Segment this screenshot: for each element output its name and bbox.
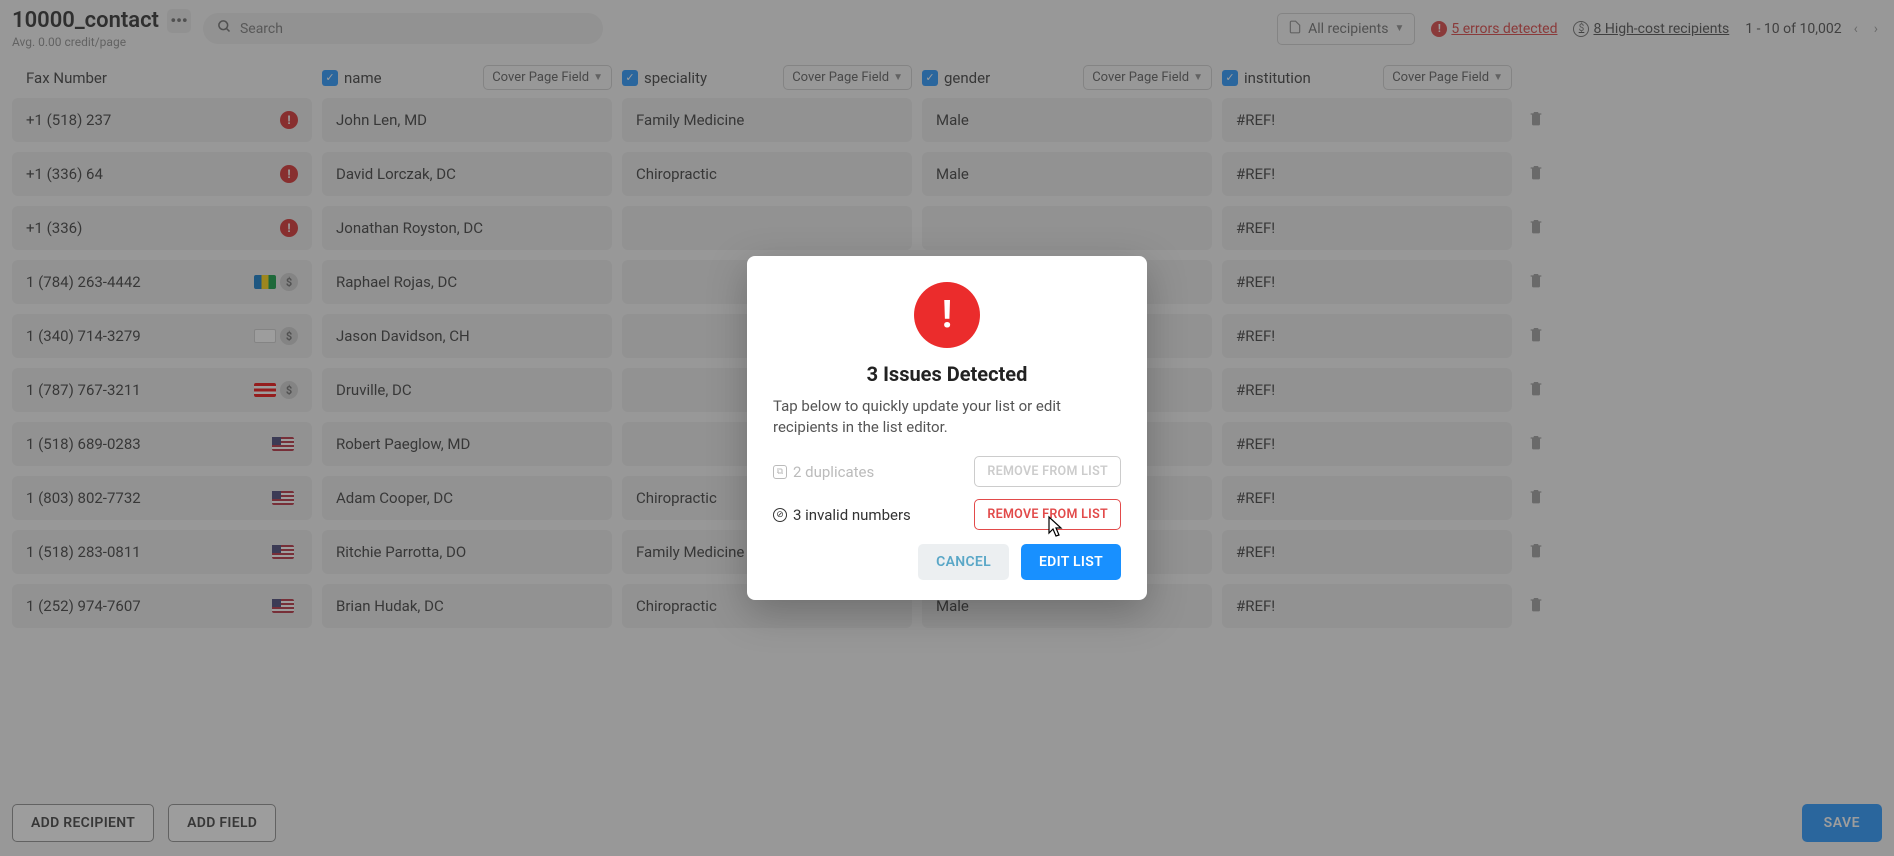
copy-icon: ⧉	[773, 465, 787, 479]
alert-icon: !	[914, 282, 980, 348]
remove-duplicates-button[interactable]: REMOVE FROM LIST	[974, 456, 1121, 487]
issue-invalid: ⊘ 3 invalid numbers REMOVE FROM LIST	[773, 499, 1121, 530]
block-icon: ⊘	[773, 508, 787, 522]
edit-list-button[interactable]: EDIT LIST	[1021, 544, 1121, 580]
issue-duplicates: ⧉ 2 duplicates REMOVE FROM LIST	[773, 456, 1121, 487]
remove-invalid-button[interactable]: REMOVE FROM LIST	[974, 499, 1121, 530]
modal-overlay: ! 3 Issues Detected Tap below to quickly…	[0, 0, 1894, 856]
issues-modal: ! 3 Issues Detected Tap below to quickly…	[747, 256, 1147, 600]
duplicates-label: ⧉ 2 duplicates	[773, 463, 874, 481]
modal-actions: CANCEL EDIT LIST	[773, 544, 1121, 580]
modal-description: Tap below to quickly update your list or…	[773, 396, 1121, 438]
cancel-button[interactable]: CANCEL	[918, 544, 1009, 580]
invalid-label: ⊘ 3 invalid numbers	[773, 506, 911, 524]
modal-title: 3 Issues Detected	[773, 362, 1121, 386]
